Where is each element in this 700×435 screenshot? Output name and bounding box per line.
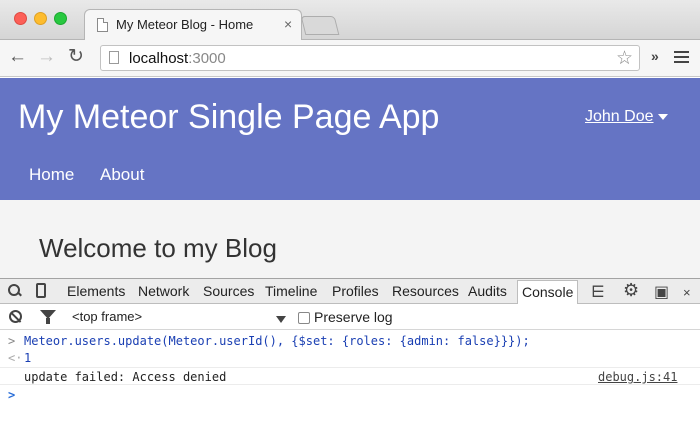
tab-profiles[interactable]: Profiles xyxy=(332,283,379,299)
tab-sources[interactable]: Sources xyxy=(203,283,254,299)
input-prompt-icon: > xyxy=(8,334,16,348)
page-heading: Welcome to my Blog xyxy=(39,233,277,263)
user-menu-dropdown[interactable]: John Doe xyxy=(585,108,668,126)
site-header: My Meteor Single Page App John Doe Home … xyxy=(0,78,700,200)
url-text[interactable]: localhost:3000 xyxy=(129,50,226,67)
app-title[interactable]: My Meteor Single Page App xyxy=(18,98,439,137)
window-titlebar: My Meteor Blog - Home × xyxy=(0,0,700,41)
devtools-panel: Elements Network Sources Timeline Profil… xyxy=(0,278,700,435)
console-input-line: > Meteor.users.update(Meteor.userId(), {… xyxy=(0,334,700,350)
settings-gear-icon[interactable]: ⚙ xyxy=(623,280,639,301)
devtools-tabbar: Elements Network Sources Timeline Profil… xyxy=(0,279,700,304)
clear-console-icon[interactable] xyxy=(9,310,22,323)
bookmark-star-icon[interactable]: ☆ xyxy=(616,47,633,70)
devtools-close-icon[interactable]: × xyxy=(683,285,691,300)
new-tab-button[interactable] xyxy=(300,16,340,35)
page-icon xyxy=(97,18,108,32)
console-source-link[interactable]: debug.js:41 xyxy=(598,370,677,384)
console-drawer-icon[interactable]: ⋿ xyxy=(591,282,605,302)
tab-console[interactable]: Console xyxy=(517,280,579,304)
console-prompt-line[interactable]: > xyxy=(0,388,700,404)
browser-toolbar: ← → ↻ localhost:3000 ☆ » xyxy=(0,40,700,77)
forward-arrow-icon[interactable]: → xyxy=(37,47,56,67)
tab-resources[interactable]: Resources xyxy=(392,283,459,299)
reload-icon[interactable]: ↻ xyxy=(68,47,84,67)
frame-dropdown-caret-icon[interactable] xyxy=(276,316,286,323)
minimize-window-button[interactable] xyxy=(34,12,47,25)
nav-link-about[interactable]: About xyxy=(100,165,144,185)
url-port: :3000 xyxy=(188,50,226,67)
device-mode-icon[interactable] xyxy=(36,283,46,298)
browser-tab-active[interactable]: My Meteor Blog - Home × xyxy=(84,9,302,41)
console-message: update failed: Access denied xyxy=(24,370,227,384)
tab-elements[interactable]: Elements xyxy=(67,283,125,299)
console-result: 1 xyxy=(24,351,32,365)
console-result-line: <· 1 xyxy=(0,351,700,367)
nav-link-home[interactable]: Home xyxy=(29,165,74,185)
frame-context-select[interactable]: <top frame> xyxy=(72,309,142,324)
address-bar[interactable]: localhost:3000 ☆ xyxy=(100,45,640,71)
page-icon xyxy=(109,51,119,64)
tab-title: My Meteor Blog - Home xyxy=(116,17,254,32)
console-log-line: update failed: Access denied debug.js:41 xyxy=(0,367,700,385)
main-content: Welcome to my Blog xyxy=(0,200,700,278)
console-command: Meteor.users.update(Meteor.userId(), {$s… xyxy=(24,334,530,348)
preserve-log-checkbox[interactable] xyxy=(298,312,310,324)
close-window-button[interactable] xyxy=(14,12,27,25)
tab-network[interactable]: Network xyxy=(138,283,189,299)
filter-icon[interactable] xyxy=(40,310,56,324)
console-toolbar: <top frame> Preserve log xyxy=(0,305,700,330)
extensions-overflow-icon[interactable]: » xyxy=(651,48,659,64)
tab-close-icon[interactable]: × xyxy=(284,16,292,32)
inspect-search-icon[interactable] xyxy=(8,284,20,296)
url-host: localhost xyxy=(129,50,189,67)
caret-down-icon xyxy=(657,113,668,120)
back-arrow-icon[interactable]: ← xyxy=(8,47,27,67)
tab-audits[interactable]: Audits xyxy=(468,283,507,299)
hamburger-menu-icon[interactable] xyxy=(674,51,689,64)
tab-timeline[interactable]: Timeline xyxy=(265,283,317,299)
console-caret-icon: > xyxy=(8,388,16,402)
dock-side-icon[interactable]: ▣ xyxy=(654,282,669,302)
output-prompt-icon: <· xyxy=(8,351,23,365)
user-name: John Doe xyxy=(585,108,654,125)
zoom-window-button[interactable] xyxy=(54,12,67,25)
preserve-log-label[interactable]: Preserve log xyxy=(314,309,393,325)
